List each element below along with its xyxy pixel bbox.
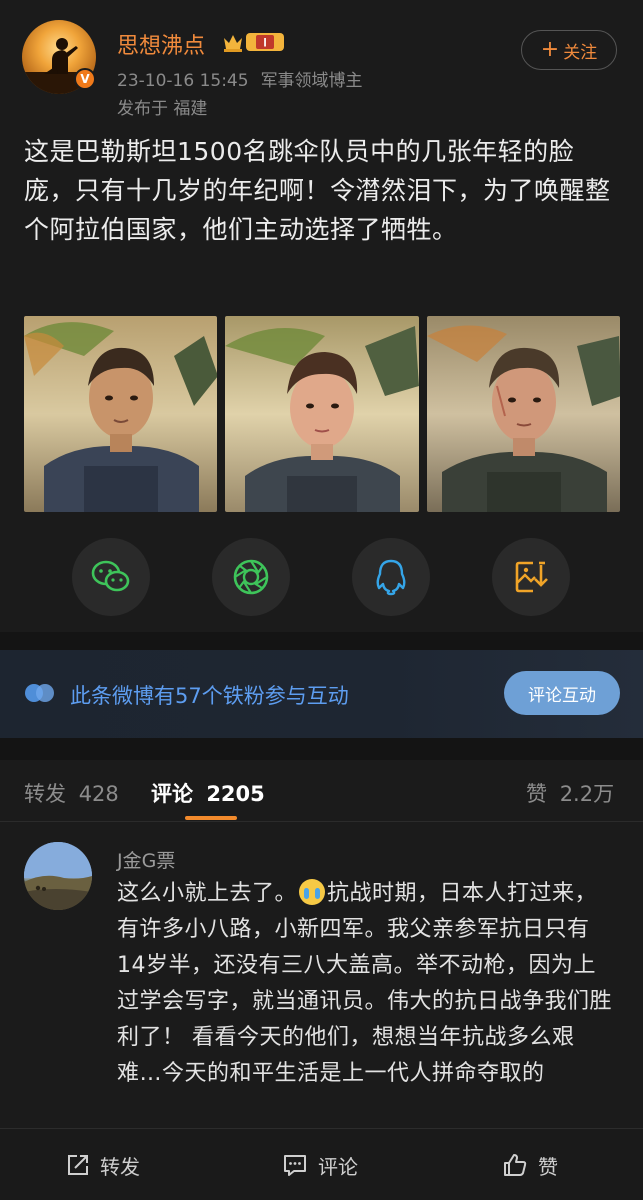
verified-badge-icon: V	[74, 68, 96, 90]
qq-icon	[376, 559, 406, 596]
save-image-button[interactable]	[492, 538, 570, 616]
like-button-label: 赞	[538, 1154, 558, 1179]
comment-text-part1: 这么小就上去了。	[117, 881, 298, 906]
repost-icon	[68, 1155, 88, 1175]
section-divider	[0, 632, 643, 650]
tab-repost-count: 428	[78, 782, 119, 806]
fan-banner-text: 此条微博有57个铁粉参与互动	[70, 684, 349, 708]
crying-emoji-icon	[299, 879, 326, 905]
author-name[interactable]: 思想沸点	[117, 28, 205, 60]
vip-crown-badge-icon[interactable]: I	[222, 30, 286, 54]
bottom-action-bar: 转发 评论 赞	[0, 1128, 643, 1200]
thumbs-up-icon	[504, 1154, 527, 1176]
share-qq-button[interactable]	[352, 538, 430, 616]
tab-comments[interactable]: 评论 2205	[151, 778, 265, 808]
vip-level-text: I	[263, 36, 266, 50]
post-image-1[interactable]	[24, 316, 218, 512]
repost-button-label: 转发	[100, 1154, 140, 1179]
follow-button[interactable]: + 关注	[521, 30, 617, 70]
post-image-2[interactable]	[225, 316, 419, 512]
share-moments-button[interactable]	[212, 538, 290, 616]
repost-button[interactable]: 转发	[66, 1129, 140, 1200]
tab-comments-count: 2205	[206, 782, 265, 806]
follow-button-label: 关注	[563, 42, 598, 63]
commenter-avatar[interactable]	[24, 842, 92, 910]
comment-button[interactable]: 评论	[282, 1129, 358, 1200]
post-text: 这是巴勒斯坦1500名跳伞队员中的几张年轻的脸庞，只有十几岁的年纪啊！令潸然泪下…	[24, 137, 611, 244]
comment-text: 这么小就上去了。 抗战时期，日本人打过来，有许多小八路，小新四军。我父亲参军抗日只…	[117, 876, 617, 1092]
blogger-tag[interactable]: 军事领域博主	[261, 71, 363, 91]
like-button[interactable]: 赞	[502, 1129, 558, 1200]
share-row	[0, 538, 643, 618]
tab-repost-label: 转发	[24, 782, 66, 806]
section-divider	[0, 738, 643, 760]
comment-interact-button[interactable]: 评论互动	[504, 671, 620, 715]
wechat-icon	[91, 560, 130, 592]
active-tab-indicator	[185, 816, 237, 820]
comment-icon	[284, 1155, 306, 1176]
post-meta: 23-10-16 15:45 军事领域博主	[117, 66, 375, 91]
post-image-3[interactable]	[426, 316, 620, 512]
tab-likes-count: 2.2万	[559, 782, 615, 806]
comment-item: J金G票 这么小就上去了。 抗战时期，日本人打过来，有许多小八路，小新四军。我父亲…	[0, 822, 643, 1128]
commenter-name[interactable]: J金G票	[117, 846, 175, 873]
plus-icon: +	[540, 37, 560, 62]
tab-repost[interactable]: 转发 428	[24, 778, 119, 808]
share-wechat-button[interactable]	[72, 538, 150, 616]
post-timestamp: 23-10-16 15:45	[117, 71, 249, 91]
save-image-icon	[515, 561, 548, 593]
post-location: 发布于 福建	[117, 99, 208, 119]
fans-icon	[25, 684, 54, 702]
fan-interaction-banner[interactable]: 此条微博有57个铁粉参与互动 评论互动	[0, 650, 643, 738]
moments-icon	[233, 559, 269, 595]
comment-button-label: 评论	[318, 1154, 358, 1179]
tab-comments-label: 评论	[151, 782, 193, 806]
post-header: V 思想沸点 I 23-10-16 15:45 军事领域博主 发布于 福建 + 关…	[0, 0, 643, 125]
tab-likes-label: 赞	[526, 782, 547, 806]
post-image-grid	[24, 316, 620, 512]
tab-likes[interactable]: 赞 2.2万	[526, 778, 614, 808]
interaction-tabs: 转发 428 评论 2205 赞 2.2万	[0, 760, 643, 822]
comment-text-part2: 抗战时期，日本人打过来，有许多小八路，小新四军。我父亲参军抗日只有14岁半，还没…	[117, 881, 613, 1086]
